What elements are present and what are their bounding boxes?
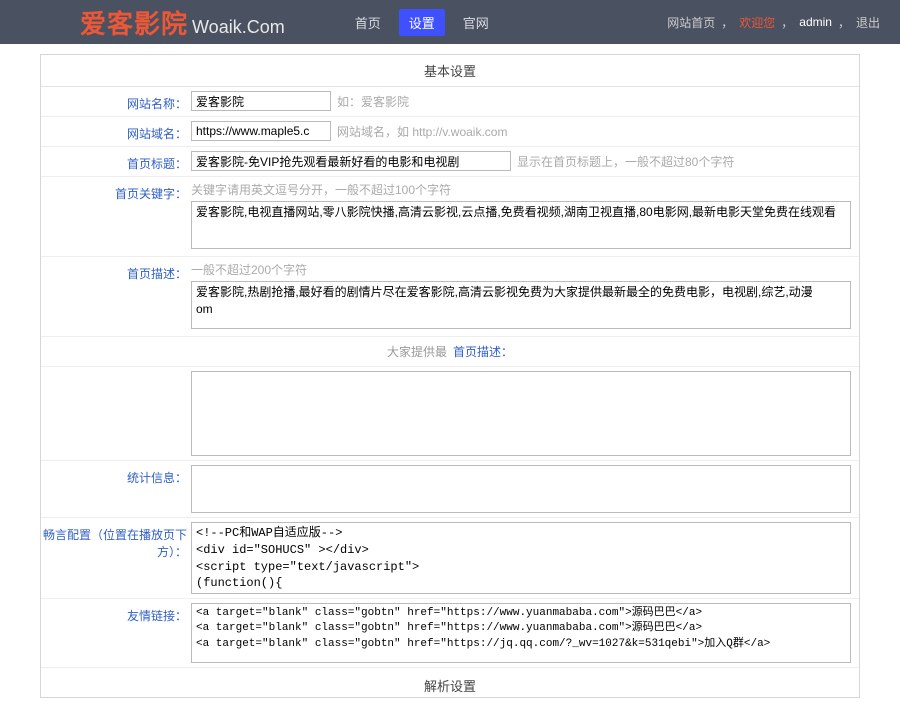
row-comments: 畅言配置（位置在播放页下方）： bbox=[41, 518, 859, 599]
current-user: admin bbox=[799, 15, 832, 29]
row-desc: 首页描述： 一般不超过200个字符 bbox=[41, 257, 859, 337]
footer-section-title: 解析设置 bbox=[41, 668, 859, 697]
logout-link[interactable]: 退出 bbox=[856, 14, 880, 31]
row-keywords: 首页关键字： 关键字请用英文逗号分开，一般不超过100个字符 bbox=[41, 177, 859, 257]
textarea-links[interactable] bbox=[191, 603, 851, 663]
logo-cn: 爱客影院 bbox=[80, 4, 188, 41]
input-site-name[interactable] bbox=[191, 91, 331, 111]
row-site-name: 网站名称： 如：爱客影院 bbox=[41, 87, 859, 117]
row-title: 首页标题： 显示在首页标题上，一般不超过80个字符 bbox=[41, 147, 859, 177]
textarea-stats[interactable] bbox=[191, 465, 851, 513]
settings-panel: 基本设置 网站名称： 如：爱客影院 网站域名： 网站域名，如 http://v.… bbox=[40, 54, 860, 698]
input-title[interactable] bbox=[191, 151, 511, 171]
label-desc: 首页描述： bbox=[41, 261, 191, 282]
row-links: 友情链接： bbox=[41, 599, 859, 668]
link-site-home[interactable]: 网站首页 bbox=[667, 14, 715, 31]
main-nav: 首页 设置 官网 bbox=[345, 9, 499, 36]
row-blank bbox=[41, 367, 859, 461]
label-site-name: 网站名称： bbox=[41, 91, 191, 112]
hint-title: 显示在首页标题上，一般不超过80个字符 bbox=[517, 153, 734, 170]
label-title: 首页标题： bbox=[41, 151, 191, 172]
nav-settings[interactable]: 设置 bbox=[399, 9, 445, 36]
textarea-keywords[interactable] bbox=[191, 201, 851, 249]
textarea-blank[interactable] bbox=[191, 371, 851, 456]
row-overlay: 大家提供最 首页描述： bbox=[41, 337, 859, 367]
row-stats: 统计信息： bbox=[41, 461, 859, 518]
logo: 爱客影院 Woaik.Com bbox=[80, 4, 285, 41]
label-domain: 网站域名： bbox=[41, 121, 191, 142]
hint-domain: 网站域名，如 http://v.woaik.com bbox=[337, 123, 507, 140]
row-domain: 网站域名： 网站域名，如 http://v.woaik.com bbox=[41, 117, 859, 147]
label-stats: 统计信息： bbox=[41, 465, 191, 486]
textarea-desc[interactable] bbox=[191, 281, 851, 329]
input-domain[interactable] bbox=[191, 121, 331, 141]
label-keywords: 首页关键字： bbox=[41, 181, 191, 202]
welcome-text: 欢迎您 bbox=[739, 14, 775, 31]
nav-official[interactable]: 官网 bbox=[453, 9, 499, 36]
label-comments: 畅言配置（位置在播放页下方）： bbox=[41, 522, 191, 560]
hint-site-name: 如：爱客影院 bbox=[337, 93, 409, 110]
top-right: 网站首页 ， 欢迎您 ， admin ， 退出 bbox=[667, 14, 880, 31]
topbar: 爱客影院 Woaik.Com 首页 设置 官网 网站首页 ， 欢迎您 ， adm… bbox=[0, 0, 900, 44]
section-title: 基本设置 bbox=[41, 55, 859, 87]
label-links: 友情链接： bbox=[41, 603, 191, 624]
textarea-comments[interactable] bbox=[191, 522, 851, 594]
overlay-label: 首页描述： bbox=[453, 343, 513, 360]
nav-home[interactable]: 首页 bbox=[345, 9, 391, 36]
hint-desc: 一般不超过200个字符 bbox=[191, 261, 851, 278]
hint-keywords: 关键字请用英文逗号分开，一般不超过100个字符 bbox=[191, 181, 851, 198]
logo-en: Woaik.Com bbox=[192, 17, 285, 38]
overlay-text: 大家提供最 bbox=[387, 343, 447, 360]
